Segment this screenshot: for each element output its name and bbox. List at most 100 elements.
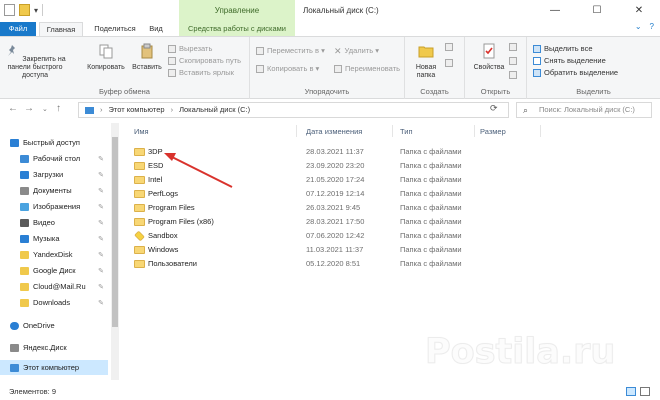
sidebar-item-documents[interactable]: Документы ✎ [0, 183, 108, 198]
sidebar-item-pictures[interactable]: Изображения ✎ [0, 199, 108, 214]
rename-button[interactable]: Переименовать [334, 63, 400, 75]
file-date: 11.03.2021 11:37 [306, 245, 364, 254]
sidebar-item-label: Быстрый доступ [23, 138, 80, 147]
video-icon [20, 218, 29, 227]
sidebar-item-this-pc[interactable]: Этот компьютер [0, 360, 108, 375]
paste-shortcut-button[interactable]: Вставить ярлык [168, 67, 234, 79]
up-icon[interactable]: ↑ [56, 103, 61, 114]
details-view-icon[interactable] [626, 387, 636, 396]
breadcrumb-local-disk[interactable]: Локальный диск (C:) [179, 103, 250, 117]
yandex-disk-icon [10, 343, 19, 352]
column-header-type[interactable]: Тип [400, 127, 413, 136]
chevron-down-icon[interactable]: ⌄ [635, 22, 642, 31]
customize-qat-arrow-icon[interactable]: ▾ [34, 6, 38, 15]
invert-selection-button[interactable]: Обратить выделение [533, 67, 618, 79]
column-header-size[interactable]: Размер [480, 127, 506, 136]
sidebar-scrollbar[interactable] [111, 123, 119, 380]
select-none-button[interactable]: Снять выделение [533, 55, 606, 67]
sidebar-item-label: Downloads [33, 298, 71, 307]
properties-button[interactable]: Свойства [471, 43, 507, 72]
search-input[interactable]: ⌕ Поиск: Локальный диск (C:) [516, 102, 652, 118]
properties-qat-icon[interactable] [4, 4, 15, 16]
new-item-button[interactable] [445, 43, 453, 51]
sidebar-item-music[interactable]: Музыка ✎ [0, 231, 108, 246]
file-name: Program Files (x86) [148, 217, 214, 226]
item-count: Элементов: 9 [9, 387, 57, 396]
paste-button[interactable]: Вставить [128, 43, 166, 72]
select-all-label: Выделить все [544, 44, 593, 53]
open-icon [509, 43, 517, 51]
sidebar-item-video[interactable]: Видео ✎ [0, 215, 108, 230]
file-type: Папка с файлами [400, 175, 462, 184]
tab-disk-tools[interactable]: Средства работы с дисками [179, 22, 295, 36]
minimize-button[interactable]: — [534, 0, 576, 22]
recent-locations-icon[interactable]: ⌄ [42, 105, 48, 113]
tab-share[interactable]: Поделиться [88, 22, 142, 36]
copy-to-label: Копировать в ▾ [267, 64, 320, 73]
sidebar-item-quick-access[interactable]: Быстрый доступ [0, 135, 108, 150]
tab-view[interactable]: Вид [144, 22, 168, 36]
delete-button[interactable]: ✕ Удалить ▾ [334, 45, 379, 57]
forward-icon[interactable]: → [24, 103, 34, 114]
new-folder-qat-icon[interactable] [19, 4, 30, 16]
sidebar-item-label: Видео [33, 218, 55, 227]
move-to-icon [256, 47, 264, 55]
select-all-button[interactable]: Выделить все [533, 43, 593, 55]
sidebar-item-downloads-folder[interactable]: Downloads ✎ [0, 295, 108, 310]
address-box[interactable]: › Этот компьютер › Локальный диск (C:) [78, 102, 509, 118]
table-row[interactable]: Windows 11.03.2021 11:37 Папка с файлами [124, 243, 654, 257]
folder-icon [20, 250, 29, 259]
large-icons-view-icon[interactable] [640, 387, 650, 396]
sidebar-item-yandexdisk[interactable]: YandexDisk ✎ [0, 247, 108, 262]
help-icon[interactable]: ? [650, 22, 654, 31]
address-bar-row: ← → ⌄ ↑ › Этот компьютер › Локальный дис… [0, 100, 660, 120]
scrollbar-thumb[interactable] [112, 137, 118, 327]
cut-button[interactable]: Вырезать [168, 43, 212, 55]
file-date: 28.03.2021 11:37 [306, 147, 364, 156]
open-button[interactable] [509, 43, 517, 51]
refresh-icon[interactable]: ⟳ [490, 103, 498, 114]
quick-access-toolbar: ▾ [4, 4, 44, 16]
sidebar-item-google-drive[interactable]: Google Диск ✎ [0, 263, 108, 278]
pin-quick-access-button[interactable]: Закрепить на панели быстрого доступа [4, 43, 66, 80]
sidebar-item-desktop[interactable]: Рабочий стол ✎ [0, 151, 108, 166]
breadcrumb-this-pc[interactable]: Этот компьютер [109, 103, 165, 117]
sidebar-item-downloads[interactable]: Загрузки ✎ [0, 167, 108, 182]
column-header-date[interactable]: Дата изменения [306, 127, 362, 136]
move-to-label: Переместить в ▾ [267, 46, 325, 55]
sidebar-item-onedrive[interactable]: OneDrive [0, 318, 108, 333]
back-icon[interactable]: ← [8, 103, 18, 114]
invert-selection-label: Обратить выделение [544, 68, 619, 77]
open-group-label: Открыть [480, 87, 511, 96]
copy-to-button[interactable]: Копировать в ▾ [256, 63, 319, 75]
table-row[interactable]: Program Files 26.03.2021 9:45 Папка с фа… [124, 201, 654, 215]
tab-file[interactable]: Файл [0, 22, 36, 36]
file-name: Пользователи [148, 259, 197, 268]
clipboard-group-label: Буфер обмена [99, 87, 150, 96]
pin-icon [8, 45, 16, 56]
table-row[interactable]: Program Files (x86) 28.03.2021 17:50 Пап… [124, 215, 654, 229]
sidebar-item-cloud-mail[interactable]: Cloud@Mail.Ru ✎ [0, 279, 108, 294]
file-name: Windows [148, 245, 179, 254]
folder-icon [20, 282, 29, 291]
sidebar-item-label: Документы [33, 186, 72, 195]
table-row[interactable]: Sandbox 07.06.2020 12:42 Папка с файлами [124, 229, 654, 243]
edit-button[interactable] [509, 57, 517, 65]
copy-path-icon [168, 57, 176, 65]
tab-home[interactable]: Главная [39, 22, 83, 36]
pin-icon: ✎ [98, 203, 104, 211]
paste-shortcut-icon [168, 69, 176, 77]
select-none-label: Снять выделение [544, 56, 606, 65]
maximize-button[interactable]: ☐ [576, 0, 618, 22]
new-folder-button[interactable]: Новая папка [409, 43, 443, 80]
close-button[interactable]: ✕ [618, 0, 660, 22]
table-row[interactable]: Пользователи 05.12.2020 8:51 Папка с фай… [124, 257, 654, 271]
copy-button[interactable]: Копировать [84, 43, 128, 72]
history-button[interactable] [509, 71, 517, 79]
sidebar-item-yandex-disk[interactable]: Яндекс.Диск [0, 340, 108, 355]
copy-path-button[interactable]: Скопировать путь [168, 55, 241, 67]
pin-icon: ✎ [98, 187, 104, 195]
pin-quick-access-label: Закрепить на панели быстрого доступа [7, 56, 66, 79]
easy-access-button[interactable] [445, 59, 453, 67]
move-to-button[interactable]: Переместить в ▾ [256, 45, 325, 57]
